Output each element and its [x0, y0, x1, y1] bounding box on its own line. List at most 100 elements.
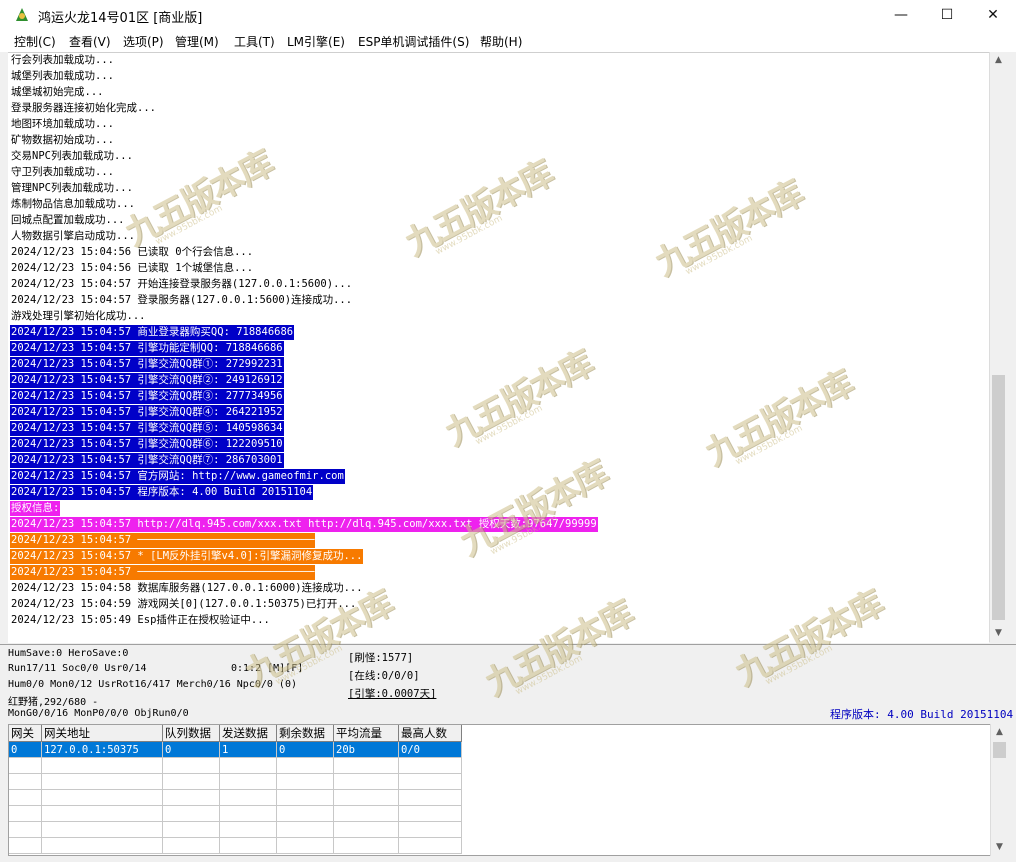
grid-cell: [276, 789, 334, 806]
log-line: 守卫列表加载成功...: [11, 166, 114, 178]
grid-row[interactable]: 0 127.0.0.1:50375 0 1 0 20b 0/0: [9, 741, 462, 758]
server-window: 鸿运火龙14号01区 [商业版] — ☐ ✕ 控制(C) 查看(V) 选项(P)…: [0, 0, 1016, 862]
log-line: 2024/12/23 15:04:57 ────────────────────…: [10, 533, 316, 548]
grid-cell: [162, 789, 220, 806]
log-line: 回城点配置加载成功...: [11, 214, 125, 226]
menu-control[interactable]: 控制(C): [14, 33, 56, 50]
grid-cell: [333, 757, 399, 774]
maximize-button[interactable]: ☐: [924, 0, 970, 30]
menu-view[interactable]: 查看(V): [69, 33, 111, 50]
grid-cell: [333, 773, 399, 790]
grid-cell: [333, 805, 399, 822]
grid-cell: [41, 821, 163, 838]
grid-cell: [276, 805, 334, 822]
grid-scrollbar[interactable]: ▲ ▼: [990, 724, 1008, 856]
grid-cell: [333, 821, 399, 838]
spawn-count-label: [刷怪:1577]: [348, 652, 414, 664]
log-line: 交易NPC列表加载成功...: [11, 150, 133, 162]
gateway-grid[interactable]: 网关 网关地址 队列数据 发送数据 剩余数据 平均流量 最高人数 0 127.0.…: [8, 724, 992, 856]
grid-empty-row[interactable]: [9, 773, 462, 790]
grid-cell: [41, 805, 163, 822]
log-memo[interactable]: 行会列表加载成功... 城堡列表加载成功... 城堡城初始完成... 登录服务器连接初…: [8, 52, 989, 643]
grid-cell: [9, 789, 42, 806]
close-button[interactable]: ✕: [970, 0, 1016, 30]
grid-cell: [162, 821, 220, 838]
grid-cell: [41, 789, 163, 806]
grid-cell: [276, 837, 334, 854]
grid-header-avg-traffic[interactable]: 平均流量: [333, 725, 399, 742]
grid-header-remaining[interactable]: 剩余数据: [276, 725, 334, 742]
menu-lm-engine[interactable]: LM引擎(E): [287, 33, 345, 50]
log-line: 2024/12/23 15:04:58 数据库服务器(127.0.0.1:600…: [11, 582, 363, 594]
grid-cell: [162, 773, 220, 790]
menu-esp-plugin[interactable]: ESP单机调试插件(S): [358, 33, 469, 50]
grid-cell: 0: [9, 741, 42, 758]
grid-header-queue[interactable]: 队列数据: [162, 725, 220, 742]
log-line: 授权信息:: [10, 501, 61, 516]
log-line: 炼制物品信息加载成功...: [11, 198, 135, 210]
grid-empty-row[interactable]: [9, 821, 462, 838]
grid-cell: [398, 805, 462, 822]
grid-scroll-up-arrow-icon[interactable]: ▲: [991, 724, 1008, 741]
log-line: 2024/12/23 15:04:57 http://dlq.945.com/x…: [10, 517, 598, 532]
log-line: 城堡列表加载成功...: [11, 70, 114, 82]
log-line: 2024/12/23 15:04:57 引擎交流QQ群⑦: 286703001: [10, 453, 284, 468]
grid-cell: [9, 821, 42, 838]
grid-header-gateway[interactable]: 网关: [9, 725, 42, 742]
log-line: 2024/12/23 15:04:57 程序版本: 4.00 Build 201…: [10, 485, 314, 500]
grid-cell: [219, 789, 277, 806]
title-bar[interactable]: 鸿运火龙14号01区 [商业版] — ☐ ✕: [0, 0, 1016, 30]
grid-scroll-thumb[interactable]: [993, 742, 1006, 758]
grid-cell: [398, 821, 462, 838]
status-monster-line: 红野猪,292/680 -: [8, 697, 99, 708]
log-scrollbar[interactable]: ▲ ▼: [989, 52, 1007, 642]
menu-options[interactable]: 选项(P): [123, 33, 164, 50]
grid-cell: [333, 837, 399, 854]
grid-header-max-users[interactable]: 最高人数: [398, 725, 462, 742]
grid-cell: [219, 821, 277, 838]
menu-help[interactable]: 帮助(H): [480, 33, 522, 50]
minimize-button[interactable]: —: [878, 0, 924, 30]
grid-cell: 127.0.0.1:50375: [41, 741, 163, 758]
grid-header-sent[interactable]: 发送数据: [219, 725, 277, 742]
scroll-up-arrow-icon[interactable]: ▲: [990, 52, 1007, 69]
grid-cell: [276, 821, 334, 838]
status-time-flags: 0:1:2 [M][F]: [231, 663, 304, 674]
online-count-label: [在线:0/0/0]: [348, 670, 420, 682]
grid-cell: [398, 773, 462, 790]
grid-cell: [276, 757, 334, 774]
menu-tools[interactable]: 工具(T): [234, 33, 275, 50]
log-line: 2024/12/23 15:05:49 Esp插件正在授权验证中...: [11, 614, 270, 626]
menu-manage[interactable]: 管理(M): [175, 33, 219, 50]
grid-empty-row[interactable]: [9, 757, 462, 774]
grid-cell: 0: [276, 741, 334, 758]
scroll-down-arrow-icon[interactable]: ▼: [990, 625, 1007, 642]
grid-cell: 0/0: [398, 741, 462, 758]
grid-empty-row[interactable]: [9, 805, 462, 822]
log-line: 2024/12/23 15:04:56 已读取 1个城堡信息...: [11, 262, 254, 274]
log-line: 地图环境加载成功...: [11, 118, 114, 130]
grid-cell: [398, 837, 462, 854]
log-line: 2024/12/23 15:04:57 引擎交流QQ群②: 249126912: [10, 373, 284, 388]
log-line: 2024/12/23 15:04:57 引擎交流QQ群⑥: 122209510: [10, 437, 284, 452]
grid-empty-row[interactable]: [9, 789, 462, 806]
status-mong-line: MonG0/0/16 MonP0/0/0 ObjRun0/0: [8, 708, 189, 719]
grid-empty-row[interactable]: [9, 837, 462, 854]
grid-cell: [333, 789, 399, 806]
program-version-label: 程序版本: 4.00 Build 20151104: [830, 708, 1014, 721]
grid-scroll-down-arrow-icon[interactable]: ▼: [991, 839, 1008, 856]
dragon-app-icon: [16, 8, 28, 21]
grid-cell: [276, 773, 334, 790]
window-title: 鸿运火龙14号01区 [商业版]: [38, 11, 203, 26]
grid-cell: [219, 837, 277, 854]
log-line: 2024/12/23 15:04:57 ────────────────────…: [10, 565, 316, 580]
log-line: 矿物数据初始成功...: [11, 134, 114, 146]
log-line: 2024/12/23 15:04:57 引擎交流QQ群⑤: 140598634: [10, 421, 284, 436]
log-scroll-thumb[interactable]: [992, 375, 1005, 620]
log-line: 2024/12/23 15:04:57 登录服务器(127.0.0.1:5600…: [11, 294, 353, 306]
log-line: 2024/12/23 15:04:57 引擎交流QQ群③: 277734956: [10, 389, 284, 404]
grid-header-address[interactable]: 网关地址: [41, 725, 163, 742]
status-hum-line: Hum0/0 Mon0/12 UsrRot16/417 Merch0/16 Np…: [8, 679, 297, 690]
status-run-line: Run17/11 Soc0/0 Usr0/14: [8, 663, 147, 674]
grid-cell: [41, 773, 163, 790]
